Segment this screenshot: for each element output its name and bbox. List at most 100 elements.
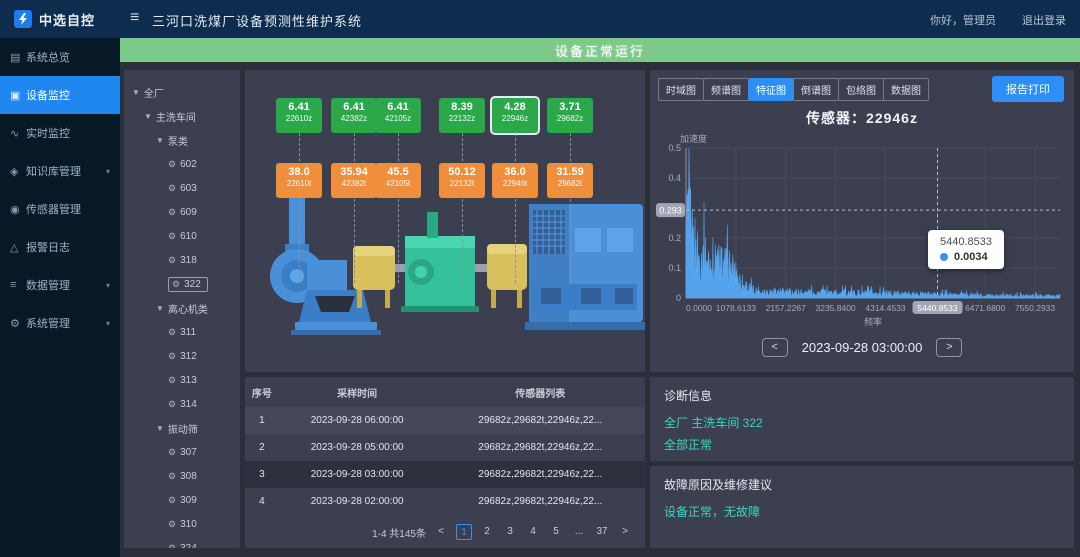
sidebar-item-2[interactable]: ∿ 实时监控 (0, 114, 120, 152)
sensor-badge-29682z[interactable]: 3.71 29682z (547, 98, 593, 133)
tree-leaf-307[interactable]: ⚙307 (128, 440, 236, 464)
logout-link[interactable]: 退出登录 (1022, 12, 1066, 28)
table-row[interactable]: 12023-09-28 06:00:0029682z,29682t,22946z… (245, 407, 645, 434)
tooltip-y-value: 0.0034 (954, 251, 988, 263)
tree-leaf-318[interactable]: ⚙318 (128, 248, 236, 272)
tree-leaf-308[interactable]: ⚙308 (128, 464, 236, 488)
tree-node-泵类[interactable]: ▼泵类 (128, 128, 236, 152)
tree-label: 308 (180, 471, 197, 482)
sensor-badge-42105z[interactable]: 6.41 42105z (375, 98, 421, 133)
system-icon: ⚙ (10, 317, 26, 330)
caret-down-icon[interactable]: ▼ (156, 424, 164, 433)
prev-date-button[interactable]: < (762, 338, 788, 357)
table-row[interactable]: 42023-09-28 02:00:0029682z,29682t,22946z… (245, 488, 645, 515)
sidebar-item-1[interactable]: ▣ 设备监控 (0, 76, 120, 114)
page-next-button[interactable]: > (617, 524, 633, 540)
page-button-5[interactable]: 5 (548, 524, 564, 540)
sensor-code: 22610z (276, 114, 322, 123)
tree-leaf-312[interactable]: ⚙312 (128, 344, 236, 368)
caret-down-icon[interactable]: ▼ (144, 112, 152, 121)
print-report-button[interactable]: 报告打印 (992, 76, 1064, 102)
chart-tab-频谱图[interactable]: 频谱图 (703, 78, 748, 101)
page-prev-button[interactable]: < (433, 524, 449, 540)
tree-label: 310 (180, 519, 197, 530)
table-cell: 29682z,29682t,22946z,22... (436, 434, 645, 461)
gear-icon: ⚙ (168, 207, 176, 218)
tree-leaf-610[interactable]: ⚙610 (128, 224, 236, 248)
tree-label: 309 (180, 495, 197, 506)
caret-down-icon[interactable]: ▼ (156, 304, 164, 313)
tree-leaf-310[interactable]: ⚙310 (128, 512, 236, 536)
sidebar-item-0[interactable]: ▤ 系统总览 (0, 38, 120, 76)
chevron-down-icon: ▾ (106, 281, 110, 290)
gear-icon: ⚙ (168, 375, 176, 386)
diagnosis-location[interactable]: 全厂 主洗车间 322 (664, 412, 1060, 434)
chart-tab-倒谱图[interactable]: 倒谱图 (793, 78, 838, 101)
sensor-code: 42382t (331, 179, 377, 188)
table-cell: 29682z,29682t,22946z,22... (436, 407, 645, 434)
svg-text:0.293: 0.293 (659, 206, 682, 216)
chart-tab-包络图[interactable]: 包络图 (838, 78, 883, 101)
sensor-value: 38.0 (276, 166, 322, 178)
tree-leaf-602[interactable]: ⚙602 (128, 152, 236, 176)
sensor-code: 42105z (375, 114, 421, 123)
sensor-badge-22946z[interactable]: 4.28 22946z (492, 98, 538, 133)
tree-leaf-603[interactable]: ⚙603 (128, 176, 236, 200)
tree-node-振动筛[interactable]: ▼振动筛 (128, 416, 236, 440)
sensor-code: 42382z (331, 114, 377, 123)
page-button-3[interactable]: 3 (502, 524, 518, 540)
sensor-badge-29682t[interactable]: 31.59 29682t (547, 163, 593, 198)
sensor-badge-22132z[interactable]: 8.39 22132z (439, 98, 485, 133)
data-icon: ≡ (10, 279, 26, 291)
tree-leaf-311[interactable]: ⚙311 (128, 320, 236, 344)
spectrum-chart[interactable]: 00.10.20.40.50.2930.00001078.61332157.22… (656, 140, 1068, 332)
svg-text:0: 0 (676, 293, 681, 303)
table-row[interactable]: 32023-09-28 03:00:0029682z,29682t,22946z… (245, 461, 645, 488)
sidebar-item-7[interactable]: ⚙ 系统管理▾ (0, 304, 120, 342)
chart-tab-数据图[interactable]: 数据图 (883, 78, 929, 101)
table-row[interactable]: 22023-09-28 05:00:0029682z,29682t,22946z… (245, 434, 645, 461)
status-text: 设备正常运行 (555, 41, 645, 60)
chart-tooltip: 5440.8533 0.0034 (928, 230, 1004, 269)
page-button-1[interactable]: 1 (456, 524, 472, 540)
page-button-2[interactable]: 2 (479, 524, 495, 540)
sidebar-item-label: 实时监控 (26, 125, 110, 141)
chart-tab-特征图[interactable]: 特征图 (748, 78, 793, 101)
page-button-37[interactable]: 37 (594, 524, 610, 540)
sensor-badge-22610t[interactable]: 38.0 22610t (276, 163, 322, 198)
next-date-button[interactable]: > (936, 338, 962, 357)
caret-down-icon[interactable]: ▼ (132, 88, 140, 97)
diagnosis-status[interactable]: 全部正常 (664, 434, 1060, 456)
sensor-badge-22946t[interactable]: 36.0 22946t (492, 163, 538, 198)
caret-down-icon[interactable]: ▼ (156, 136, 164, 145)
sidebar-item-3[interactable]: ◈ 知识库管理▾ (0, 152, 120, 190)
sensor-badge-42382z[interactable]: 6.41 42382z (331, 98, 377, 133)
tree-node-离心机类[interactable]: ▼离心机类 (128, 296, 236, 320)
page-button-4[interactable]: 4 (525, 524, 541, 540)
tree-leaf-322[interactable]: ⚙322 (128, 272, 236, 296)
tree-node-全厂[interactable]: ▼全厂 (128, 80, 236, 104)
chart-tab-时域图[interactable]: 时域图 (658, 78, 703, 101)
tree-leaf-309[interactable]: ⚙309 (128, 488, 236, 512)
sensor-badge-22132t[interactable]: 50.12 22132t (439, 163, 485, 198)
tree-node-主洗车间[interactable]: ▼主洗车间 (128, 104, 236, 128)
sensor-badge-22610z[interactable]: 6.41 22610z (276, 98, 322, 133)
chevron-down-icon: ▾ (106, 319, 110, 328)
current-datetime: 2023-09-28 03:00:00 (802, 340, 923, 355)
table-header: 采样时间 (279, 377, 436, 407)
sidebar-collapse-icon[interactable]: ≡ (130, 9, 139, 27)
sidebar-item-6[interactable]: ≡ 数据管理▾ (0, 266, 120, 304)
tree-leaf-324[interactable]: ⚙324 (128, 536, 236, 548)
sensor-connector-line (299, 133, 300, 283)
svg-text:6471.6800: 6471.6800 (965, 303, 1005, 313)
tree-leaf-313[interactable]: ⚙ 313 (128, 368, 236, 392)
sensor-badge-42382t[interactable]: 35.94 42382t (331, 163, 377, 198)
sidebar-item-4[interactable]: ◉ 传感器管理 (0, 190, 120, 228)
tree-leaf-314[interactable]: ⚙314 (128, 392, 236, 416)
tree-label: 313 (180, 375, 197, 386)
sensor-badge-42105t[interactable]: 45.5 42105t (375, 163, 421, 198)
tree-label: 318 (180, 255, 197, 266)
sidebar-item-5[interactable]: △ 报警日志 (0, 228, 120, 266)
gear-icon: ⚙ (172, 279, 180, 290)
tree-leaf-609[interactable]: ⚙609 (128, 200, 236, 224)
